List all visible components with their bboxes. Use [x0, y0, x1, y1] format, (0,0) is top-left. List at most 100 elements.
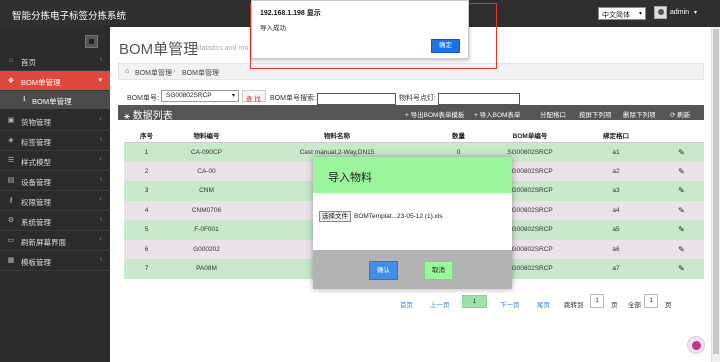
- search-button[interactable]: 查 找: [242, 90, 266, 103]
- cancel-button[interactable]: 取消: [424, 261, 453, 280]
- total-label: 全部: [628, 302, 641, 309]
- total-pages-unit: 页: [665, 302, 672, 309]
- list-icon: ☰: [7, 157, 15, 164]
- assistant-float-icon[interactable]: [687, 336, 705, 354]
- scrollbar-thumb[interactable]: [713, 29, 719, 354]
- user-chevron-down-icon[interactable]: ▾: [694, 9, 697, 16]
- sidebar-item-bom[interactable]: ◆ BOM单管理 ▾: [0, 71, 110, 91]
- edit-icon[interactable]: ✎: [678, 264, 685, 273]
- alert-title: 192.168.1.198 显示: [260, 10, 321, 17]
- sidebar-subitem-label: BOM单管理: [32, 97, 72, 106]
- chevron-left-icon: ‹: [99, 216, 102, 223]
- sidebar-item-label: 设备管理: [21, 178, 51, 187]
- key-icon: ⚷: [8, 197, 14, 204]
- table-header-row: 序号 物料编号 物料名称 数量 BOM单编号 绑定格口: [124, 128, 704, 143]
- cell-material-code: G000202: [169, 239, 244, 259]
- col-bom-number: BOM单编号: [487, 128, 573, 143]
- cell-bound-slot: a4: [573, 200, 659, 220]
- bom-number-select[interactable]: SG00802SRCP ▾: [161, 90, 239, 102]
- language-select[interactable]: 中文简体 ▾: [598, 7, 646, 20]
- cell-actions: ✎: [659, 259, 704, 279]
- alert-ok-button[interactable]: 确定: [431, 39, 460, 53]
- assign-slot-button[interactable]: 分配格口: [540, 109, 566, 119]
- import-bom-label: 导入BOM表单: [479, 112, 521, 119]
- edit-icon[interactable]: ✎: [678, 245, 685, 254]
- home-icon[interactable]: ⌂: [125, 68, 129, 75]
- total-pages: 1: [644, 294, 658, 308]
- col-material-code: 物料编号: [169, 128, 244, 143]
- current-page[interactable]: 1: [462, 295, 487, 308]
- sidebar-item-label: 首页: [21, 58, 36, 67]
- sidebar-item-refresh-screen[interactable]: ▭ 刷新屏幕界面 ‹: [0, 231, 110, 251]
- sidebar-item-label: 样式模型: [21, 158, 51, 167]
- vertical-scrollbar[interactable]: [711, 27, 720, 362]
- avatar[interactable]: [654, 6, 667, 19]
- col-quantity: 数量: [430, 128, 487, 143]
- edit-icon[interactable]: ✎: [678, 206, 685, 215]
- sidebar-item-home[interactable]: ⌂ 首页 ‹: [0, 51, 110, 71]
- refresh-button[interactable]: ⟳ 刷新: [670, 109, 690, 119]
- cell-actions: ✎: [659, 220, 704, 240]
- cell-actions: ✎: [659, 161, 704, 181]
- chevron-left-icon: ‹: [99, 136, 102, 143]
- edit-icon[interactable]: ✎: [678, 225, 685, 234]
- assign-slot-label: 分配格口: [540, 112, 566, 119]
- cell-bound-slot: a7: [573, 259, 659, 279]
- cell-index: 6: [124, 239, 169, 259]
- export-template-button[interactable]: + 导出BOM表单模板: [405, 109, 464, 119]
- cell-bound-slot: a5: [573, 220, 659, 240]
- tag-icon: ◆: [8, 77, 14, 84]
- cell-index: 5: [124, 220, 169, 240]
- bom-fuzzy-search-input[interactable]: [317, 93, 396, 105]
- sidebar-item-system[interactable]: ⚙ 系统管理 ‹: [0, 211, 110, 231]
- next-page-link[interactable]: 下一页: [500, 299, 520, 309]
- edit-icon[interactable]: ✎: [678, 148, 685, 157]
- edit-icon[interactable]: ✎: [678, 186, 685, 195]
- dialog-body: 选择文件 BOMTemplat...23-05-12 (1).xls: [313, 193, 512, 250]
- screen-lighting-button[interactable]: 按屏下列项: [579, 109, 612, 119]
- goto-page-input[interactable]: 1: [590, 294, 604, 308]
- template-icon: ▦: [7, 257, 15, 264]
- export-template-label: 导出BOM表单模板: [410, 112, 465, 119]
- sidebar-item-labels[interactable]: ◈ 标签管理 ‹: [0, 131, 110, 151]
- bom-fuzzy-search-label: BOM单号搜索:: [270, 95, 316, 102]
- chevron-left-icon: ‹: [99, 56, 102, 63]
- app-title: 智能分拣电子标签分拣系统: [12, 11, 127, 22]
- sidebar-item-goods[interactable]: ▣ 货物管理 ‹: [0, 111, 110, 131]
- last-page-link[interactable]: 尾页: [537, 299, 550, 309]
- material-light-input[interactable]: [438, 93, 520, 105]
- goto-label: 跳转到: [564, 302, 584, 309]
- sidebar-item-templates[interactable]: ▦ 模板管理 ‹: [0, 251, 110, 271]
- bom-number-value: SG00802SRCP: [166, 92, 212, 99]
- cell-bound-slot: a6: [573, 239, 659, 259]
- import-bom-button[interactable]: + 导入BOM表单: [474, 109, 520, 119]
- breadcrumb-separator: ›: [173, 68, 176, 75]
- delete-lighting-label: 删除下列项: [623, 112, 656, 119]
- chevron-left-icon: ‹: [99, 116, 102, 123]
- label-icon: ◈: [8, 137, 14, 144]
- language-value: 中文简体: [602, 12, 630, 19]
- home-icon: ⌂: [8, 57, 14, 64]
- sidebar: ⌂ 首页 ‹ ◆ BOM单管理 ▾ ℹ BOM单管理 ▣ 货物管理 ‹ ◈ 标签…: [0, 27, 110, 362]
- breadcrumb-item[interactable]: BOM单管理: [135, 68, 172, 78]
- edit-icon[interactable]: ✎: [678, 167, 685, 176]
- prev-page-link[interactable]: 上一页: [430, 299, 450, 309]
- col-actions: [659, 128, 704, 143]
- confirm-button[interactable]: 确认: [369, 261, 398, 280]
- cell-material-code: CNM0706: [169, 200, 244, 220]
- first-page-link[interactable]: 首页: [400, 299, 413, 309]
- user-name[interactable]: admin: [670, 9, 689, 16]
- sidebar-item-style-model[interactable]: ☰ 样式模型 ‹: [0, 151, 110, 171]
- cell-bound-slot: a2: [573, 161, 659, 181]
- col-bound-slot: 绑定格口: [573, 128, 659, 143]
- cell-material-code: CA-00: [169, 161, 244, 181]
- sidebar-item-permissions[interactable]: ⚷ 权限管理 ‹: [0, 191, 110, 211]
- choose-file-button[interactable]: 选择文件: [319, 211, 351, 222]
- sidebar-toggle-button[interactable]: [85, 35, 98, 48]
- box-icon: ▣: [7, 117, 15, 124]
- chevron-left-icon: ‹: [99, 156, 102, 163]
- alert-message: 导入成功: [260, 25, 286, 32]
- delete-lighting-button[interactable]: 删除下列项: [623, 109, 656, 119]
- sidebar-subitem-bom[interactable]: ℹ BOM单管理: [0, 91, 110, 109]
- sidebar-item-devices[interactable]: ▤ 设备管理 ‹: [0, 171, 110, 191]
